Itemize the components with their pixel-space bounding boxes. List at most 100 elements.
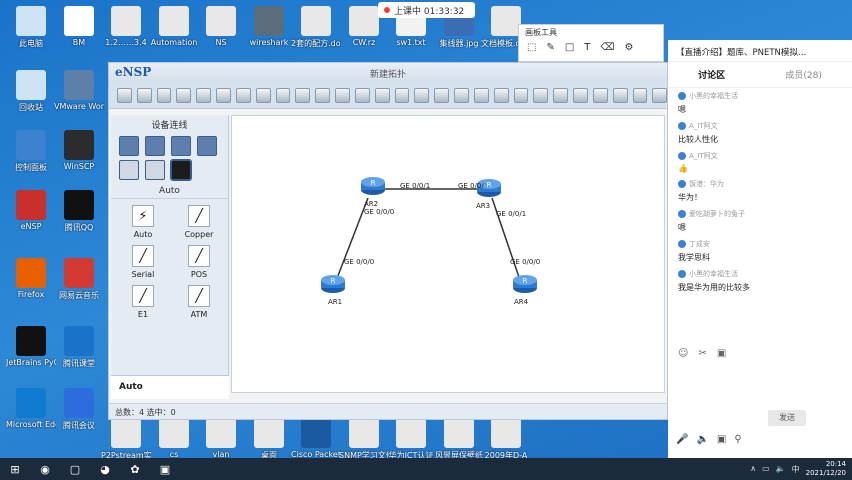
draw-tool-icon[interactable]: ✎ bbox=[546, 42, 554, 53]
toolbar-button-icon[interactable] bbox=[374, 88, 390, 103]
cable-category-icon[interactable] bbox=[170, 159, 192, 181]
router-category-icon[interactable] bbox=[119, 136, 139, 156]
router-ar2-icon[interactable]: R bbox=[360, 176, 386, 196]
link-ar2-ar1[interactable] bbox=[333, 197, 369, 287]
tray-icon[interactable]: ∧ bbox=[750, 464, 756, 475]
tray-icon[interactable]: 中 bbox=[792, 464, 800, 475]
draw-tool-icon[interactable]: ⚙ bbox=[625, 42, 634, 53]
chat-bottom-icon[interactable]: ⚲ bbox=[734, 434, 741, 445]
toolbar-button-icon[interactable] bbox=[592, 88, 608, 103]
pc-category-icon[interactable] bbox=[119, 160, 139, 180]
toolbar-button-icon[interactable] bbox=[235, 88, 251, 103]
desktop-icon[interactable]: Cisco Packet bbox=[291, 418, 341, 459]
taskbar-app-icon[interactable]: ◕ bbox=[90, 458, 120, 480]
draw-tool-icon[interactable]: ⌫ bbox=[600, 42, 614, 53]
toolbar-button-icon[interactable] bbox=[434, 88, 450, 103]
desktop-icon[interactable]: JetBrains PyCharm bbox=[6, 326, 56, 367]
desktop-icon[interactable]: NS bbox=[196, 6, 246, 47]
toolbar-button-icon[interactable] bbox=[216, 88, 231, 103]
desktop-icon[interactable]: 腾讯会议 bbox=[54, 388, 104, 431]
toolbar-button-icon[interactable] bbox=[652, 88, 668, 103]
cable-item[interactable]: ╱ Serial bbox=[117, 245, 169, 279]
cloud-category-icon[interactable] bbox=[145, 160, 165, 180]
topology-canvas[interactable]: R AR1 R AR2 R AR3 R AR4 GE 0/0/1 GE 0/0/ GE 0/0… bbox=[231, 115, 665, 393]
wlan-category-icon[interactable] bbox=[171, 136, 191, 156]
toolbar-button-icon[interactable] bbox=[196, 88, 212, 103]
desktop-icon[interactable]: SNMP学习文件 bbox=[339, 418, 389, 461]
desktop-icon[interactable]: 网易云音乐 bbox=[54, 258, 104, 301]
desktop-icon[interactable]: P2Pstream实验 bbox=[101, 418, 151, 461]
switch-category-icon[interactable] bbox=[145, 136, 165, 156]
toolbar-button-icon[interactable] bbox=[513, 88, 529, 103]
desktop-icon[interactable]: 腾讯课堂 bbox=[54, 326, 104, 369]
chat-tool-icon[interactable]: ▣ bbox=[717, 348, 726, 359]
chat-bottom-icon[interactable]: ▣ bbox=[717, 434, 726, 445]
toolbar-button-icon[interactable] bbox=[176, 88, 192, 103]
toolbar-button-icon[interactable] bbox=[553, 88, 569, 103]
toolbar-button-icon[interactable] bbox=[612, 88, 628, 103]
recording-indicator[interactable]: 上课中 01:33:32 bbox=[378, 2, 475, 18]
desktop-icon[interactable]: 控制面板 bbox=[6, 130, 56, 173]
firewall-category-icon[interactable] bbox=[197, 136, 217, 156]
draw-tool-icon[interactable]: T bbox=[584, 42, 590, 53]
toolbar-button-icon[interactable] bbox=[573, 88, 588, 103]
desktop-icon[interactable]: 2009年D-A bbox=[481, 418, 531, 461]
toolbar-button-icon[interactable] bbox=[275, 88, 291, 103]
desktop-icon[interactable]: wireshark bbox=[244, 6, 294, 47]
taskbar-app-icon[interactable]: ▣ bbox=[150, 458, 180, 480]
desktop-icon[interactable]: vlan bbox=[196, 418, 246, 459]
toolbar-button-icon[interactable] bbox=[354, 88, 370, 103]
router-ar1-icon[interactable]: R bbox=[320, 274, 346, 294]
chat-bottom-icon[interactable]: 🎤 bbox=[676, 434, 688, 445]
toolbar-button-icon[interactable] bbox=[533, 88, 549, 103]
toolbar-button-icon[interactable] bbox=[414, 88, 430, 103]
tab-members[interactable]: 成员(28) bbox=[785, 68, 821, 81]
tab-discussion[interactable]: 讨论区 bbox=[698, 68, 725, 81]
desktop-icon[interactable]: Automation bbox=[149, 6, 199, 47]
desktop-icon[interactable]: eNSP bbox=[6, 190, 56, 231]
cable-item[interactable]: ╱ E1 bbox=[117, 285, 169, 319]
cable-item[interactable]: ╱ POS bbox=[173, 245, 225, 279]
clock[interactable]: 20:14 2021/12/20 bbox=[806, 460, 846, 478]
desktop-icon[interactable]: 2套的配方.docx bbox=[291, 6, 341, 49]
router-ar4-icon[interactable]: R bbox=[512, 274, 538, 294]
desktop-icon[interactable]: 华为ICT认证 bbox=[386, 418, 436, 461]
chat-tool-icon[interactable]: ✂ bbox=[698, 348, 706, 359]
desktop-icon[interactable]: 桌面 bbox=[244, 418, 294, 461]
toolbar-button-icon[interactable] bbox=[136, 88, 152, 103]
draw-tool-icon[interactable]: ⬚ bbox=[527, 42, 536, 53]
desktop-icon[interactable]: Firefox bbox=[6, 258, 56, 299]
toolbar-button-icon[interactable] bbox=[493, 88, 509, 103]
toolbar-button-icon[interactable] bbox=[335, 88, 350, 103]
cable-item[interactable]: ╱ Copper bbox=[173, 205, 225, 239]
taskbar-app-icon[interactable]: ◉ bbox=[30, 458, 60, 480]
taskbar-app-icon[interactable]: ✿ bbox=[120, 458, 150, 480]
draw-tool-icon[interactable]: □ bbox=[565, 42, 574, 53]
desktop-icon[interactable]: 腾讯QQ bbox=[54, 190, 104, 233]
tray-icon[interactable]: ▭ bbox=[762, 464, 770, 475]
desktop-icon[interactable]: WinSCP bbox=[54, 130, 104, 171]
taskbar-app-icon[interactable]: ⊞ bbox=[0, 458, 30, 480]
desktop-icon[interactable]: 此电脑 bbox=[6, 6, 56, 49]
send-button[interactable]: 发送 bbox=[768, 410, 806, 426]
toolbar-button-icon[interactable] bbox=[117, 88, 132, 103]
toolbar-button-icon[interactable] bbox=[454, 88, 469, 103]
toolbar-button-icon[interactable] bbox=[632, 88, 648, 103]
cable-item[interactable]: ⚡ Auto bbox=[117, 205, 169, 239]
toolbar-button-icon[interactable] bbox=[255, 88, 271, 103]
desktop-icon[interactable]: VMware Workstation bbox=[54, 70, 104, 111]
desktop-icon[interactable]: Microsoft Edge bbox=[6, 388, 56, 429]
ensp-titlebar[interactable]: eNSP 新建拓扑 bbox=[109, 63, 667, 83]
desktop-icon[interactable]: BM bbox=[54, 6, 104, 47]
desktop-icon[interactable]: cs bbox=[149, 418, 199, 459]
toolbar-button-icon[interactable] bbox=[315, 88, 331, 103]
toolbar-button-icon[interactable] bbox=[394, 88, 410, 103]
chat-tool-icon[interactable]: ☺ bbox=[678, 348, 688, 359]
desktop-icon[interactable]: 风景屏保壁纸 bbox=[434, 418, 484, 461]
toolbar-button-icon[interactable] bbox=[295, 88, 311, 103]
toolbar-button-icon[interactable] bbox=[156, 88, 172, 103]
cable-item[interactable]: ╱ ATM bbox=[173, 285, 225, 319]
tray-icon[interactable]: 🔈 bbox=[776, 464, 786, 475]
desktop-icon[interactable]: 1.2……3.4 bbox=[101, 6, 151, 47]
taskbar-app-icon[interactable]: ▢ bbox=[60, 458, 90, 480]
